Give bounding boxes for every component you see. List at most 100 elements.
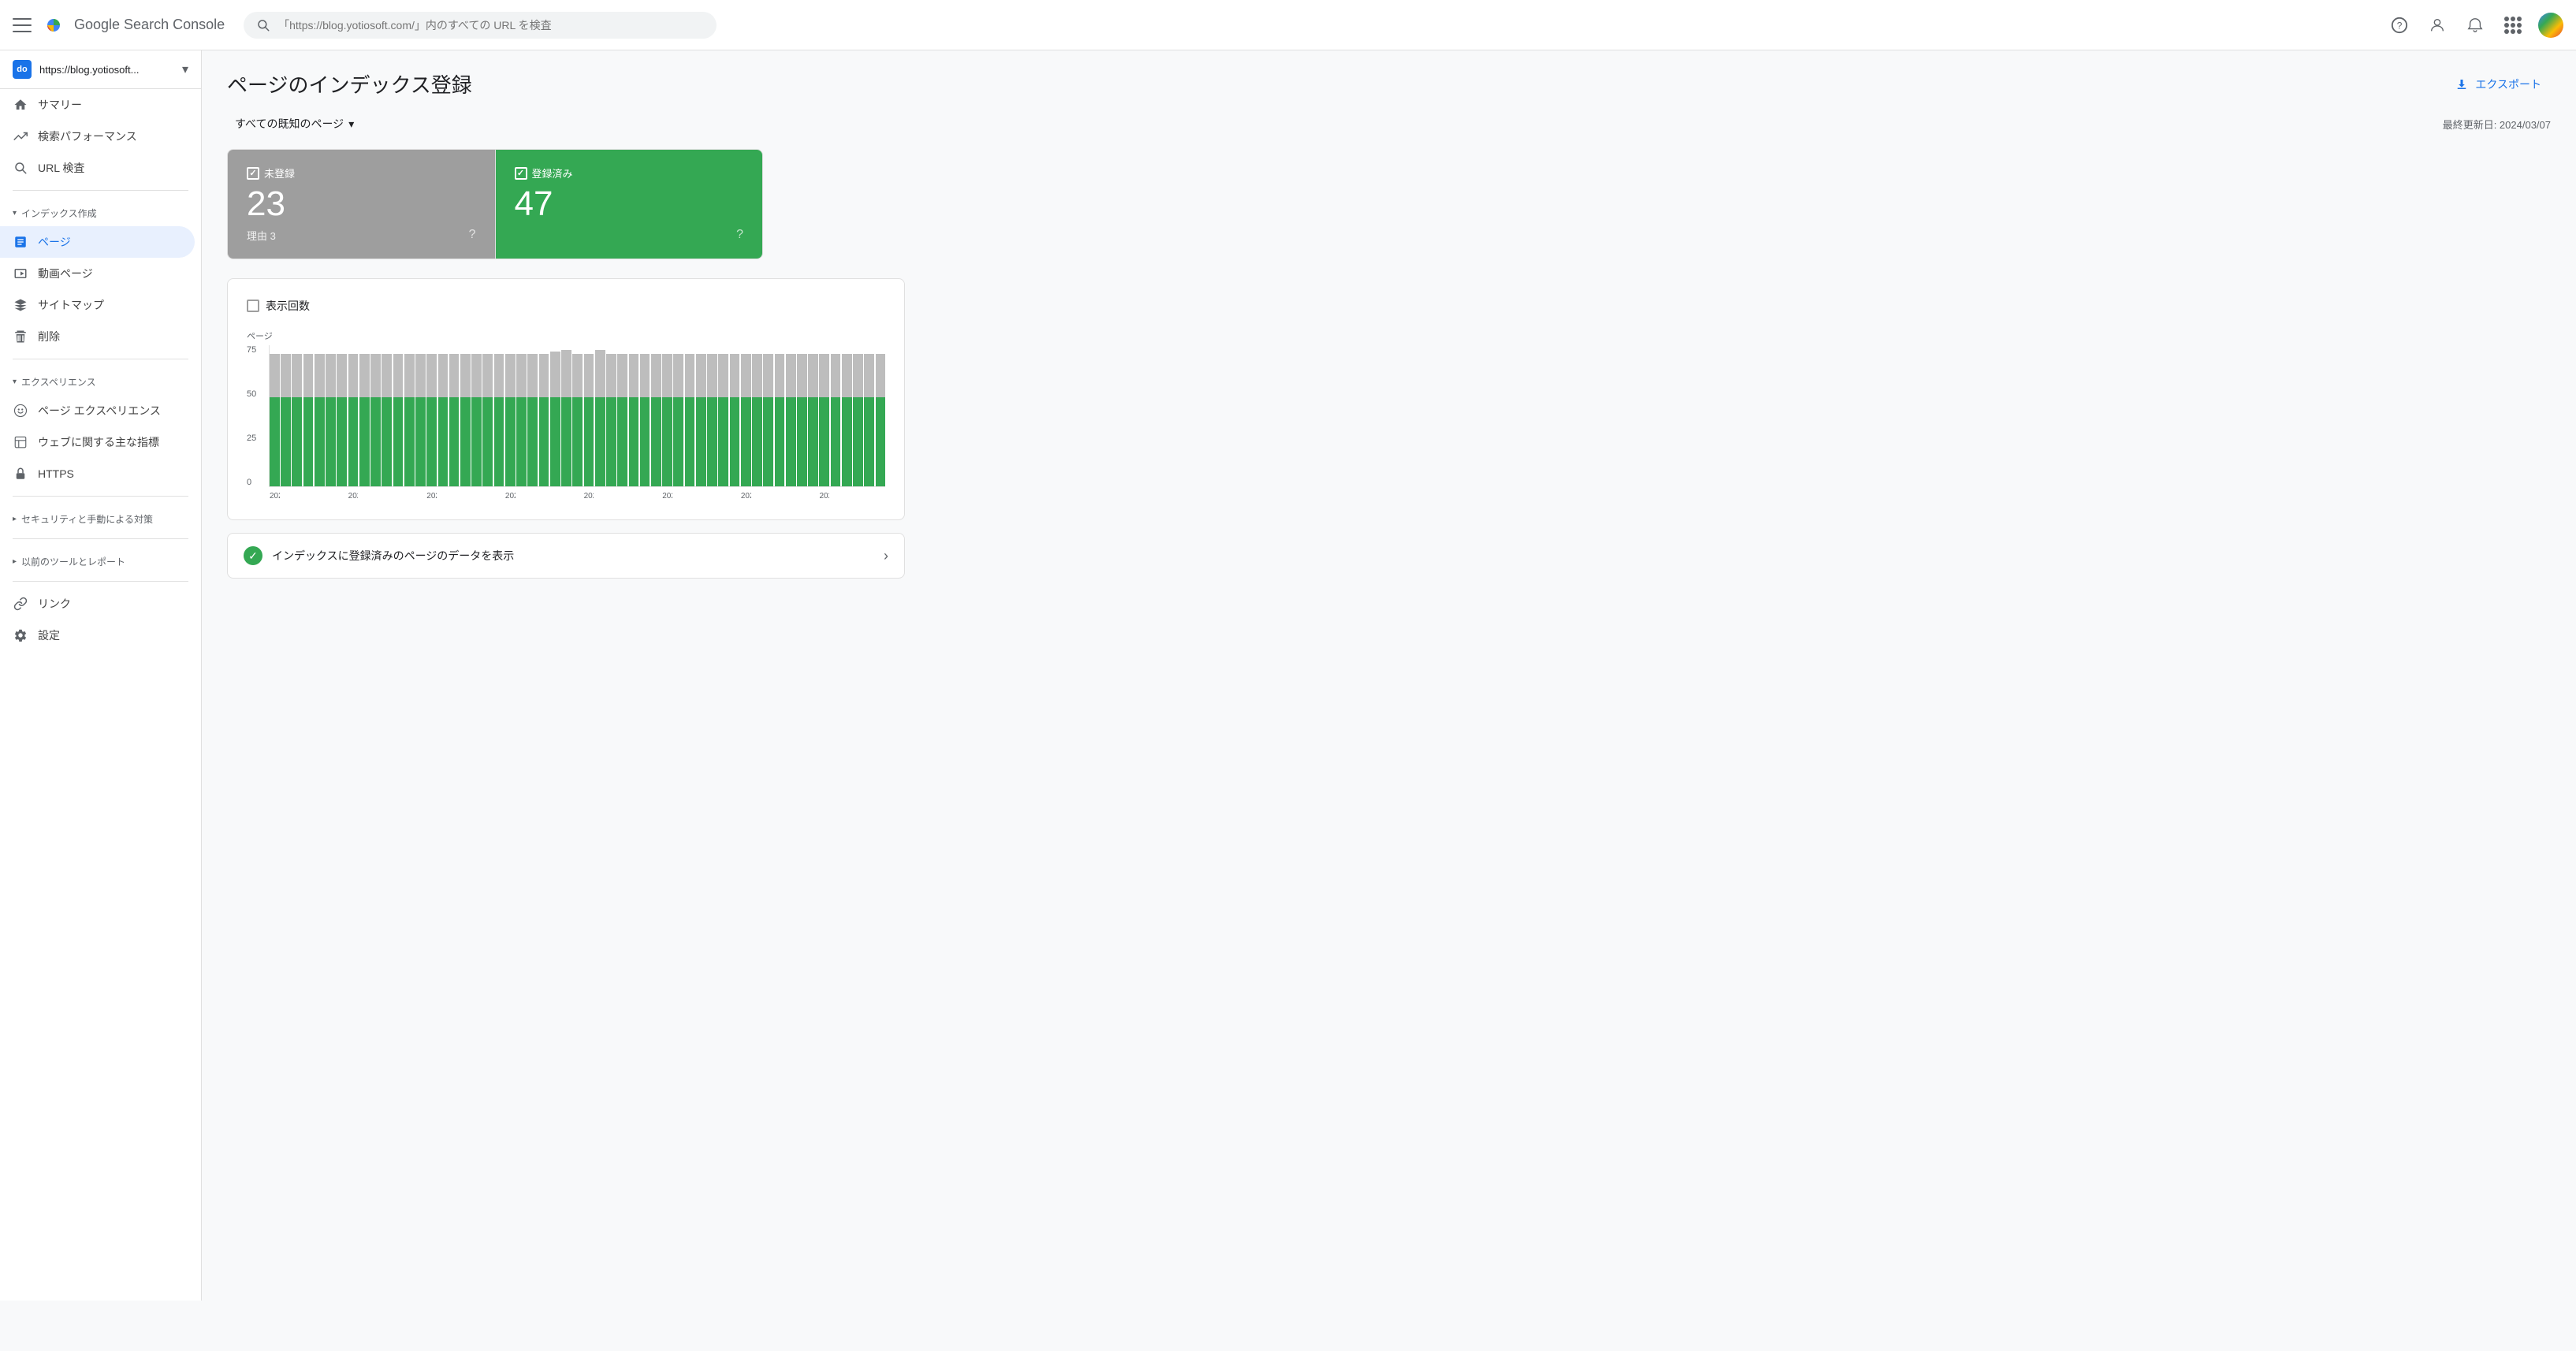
x-tick — [775, 492, 785, 501]
bar-group — [584, 344, 594, 486]
bar-gray — [527, 354, 538, 397]
download-icon — [2455, 77, 2469, 91]
topbar-right: ? — [2387, 13, 2563, 38]
bar-group — [752, 344, 762, 486]
search-input[interactable] — [278, 19, 704, 32]
bar-group — [326, 344, 336, 486]
bar-gray — [831, 354, 841, 397]
bar-green — [449, 397, 460, 486]
bar-group — [438, 344, 449, 486]
section-header-index[interactable]: ▾ インデックス作成 — [13, 203, 188, 223]
legend-checkbox[interactable] — [247, 300, 259, 312]
user-avatar[interactable] — [2538, 13, 2563, 38]
sidebar-item-sitemap[interactable]: サイトマップ — [0, 289, 195, 321]
search-bar[interactable] — [244, 12, 717, 39]
video-pages-label: 動画ページ — [38, 266, 93, 281]
help-registered-icon[interactable]: ? — [736, 228, 743, 242]
account-circle-icon[interactable] — [2425, 13, 2450, 38]
divider-5 — [13, 581, 188, 582]
google-apps-button[interactable] — [2500, 13, 2526, 38]
section-header-legacy[interactable]: ▸ 以前のツールとレポート — [13, 552, 188, 571]
x-tick — [730, 492, 740, 501]
bar-group — [864, 344, 874, 486]
stat-card-registered[interactable]: 登録済み 47 ? — [495, 149, 764, 259]
bar-gray — [505, 354, 516, 397]
notifications-icon[interactable] — [2462, 13, 2488, 38]
caret-icon-2: ▾ — [13, 378, 17, 386]
sidebar-item-page-experience[interactable]: ページ エクスペリエンス — [0, 395, 195, 426]
menu-icon[interactable] — [13, 16, 32, 35]
index-link-left: ✓ インデックスに登録済みのページのデータを表示 — [244, 546, 514, 565]
bar-green — [853, 397, 863, 486]
x-tick — [415, 492, 426, 501]
bar-green — [326, 397, 336, 486]
bar-gray — [539, 354, 549, 397]
export-button[interactable]: エクスポート — [2445, 70, 2551, 99]
stat-card-unregistered[interactable]: 未登録 23 理由 3 ? — [227, 149, 495, 259]
bar-green — [831, 397, 841, 486]
help-unregistered-icon[interactable]: ? — [469, 228, 476, 242]
x-tick — [842, 492, 852, 501]
help-icon[interactable]: ? — [2387, 13, 2412, 38]
x-tick — [494, 492, 504, 501]
bar-group — [696, 344, 706, 486]
sidebar-item-search-performance[interactable]: 検索パフォーマンス — [0, 121, 195, 152]
bar-group — [303, 344, 314, 486]
registered-checkbox[interactable] — [515, 167, 527, 180]
bar-group — [651, 344, 661, 486]
bar-group — [370, 344, 381, 486]
page-experience-label: ページ エクスペリエンス — [38, 403, 161, 419]
divider-4 — [13, 538, 188, 539]
section-header-experience[interactable]: ▾ エクスペリエンス — [13, 372, 188, 392]
caret-icon-4: ▸ — [13, 557, 17, 566]
sidebar-item-delete[interactable]: 削除 — [0, 321, 195, 352]
sidebar-item-https[interactable]: HTTPS — [0, 458, 195, 489]
unregistered-checkbox[interactable] — [247, 167, 259, 180]
main-content: ページのインデックス登録 エクスポート すべての既知のページ ▾ 最終更新日: … — [202, 50, 2576, 1301]
bell-icon — [2466, 17, 2484, 34]
summary-label: サマリー — [38, 97, 82, 113]
export-label: エクスポート — [2475, 76, 2541, 92]
x-tick: 2024/02/04 — [662, 492, 672, 501]
bar-group — [606, 344, 616, 486]
sidebar-item-url-inspect[interactable]: URL 検査 — [0, 152, 195, 184]
sidebar-item-video-pages[interactable]: 動画ページ — [0, 258, 195, 289]
settings-label: 設定 — [38, 627, 60, 643]
bar-gray — [561, 350, 571, 397]
sidebar-item-settings[interactable]: 設定 — [0, 620, 195, 651]
x-tick — [359, 492, 370, 501]
bar-gray — [449, 354, 460, 397]
bar-green — [359, 397, 370, 486]
bar-green — [730, 397, 740, 486]
sidebar-item-web-vitals[interactable]: ウェブに関する主な指標 — [0, 426, 195, 458]
bar-group — [348, 344, 359, 486]
x-tick — [797, 492, 807, 501]
x-tick: 2024/02/15 — [741, 492, 751, 501]
sidebar-item-links[interactable]: リンク — [0, 588, 195, 620]
bar-group — [404, 344, 415, 486]
bar-gray — [471, 354, 482, 397]
bar-gray — [404, 354, 415, 397]
bar-gray — [370, 354, 381, 397]
bar-green — [539, 397, 549, 486]
filter-dropdown[interactable]: すべての既知のページ ▾ — [227, 111, 362, 136]
property-selector[interactable]: do https://blog.yotiosoft... ▾ — [0, 50, 201, 89]
section-legacy: ▸ 以前のツールとレポート — [0, 545, 201, 575]
chevron-down-icon: ▾ — [182, 61, 188, 77]
bar-group — [741, 344, 751, 486]
bar-gray — [359, 354, 370, 397]
section-index-label: インデックス作成 — [21, 207, 97, 220]
chart-section: 表示回数 ページ 0 25 50 75 — [227, 278, 905, 520]
bar-green — [707, 397, 717, 486]
x-tick — [763, 492, 773, 501]
bar-green — [876, 397, 886, 486]
unregistered-sub: 理由 3 ? — [247, 228, 476, 243]
index-link-card[interactable]: ✓ インデックスに登録済みのページのデータを表示 › — [227, 533, 905, 579]
bar-green — [494, 397, 504, 486]
bar-green — [281, 397, 291, 486]
section-header-security[interactable]: ▸ セキュリティと手動による対策 — [13, 509, 188, 529]
chevron-right-icon: › — [884, 548, 888, 564]
bar-gray — [572, 354, 583, 397]
sidebar-item-pages[interactable]: ページ — [0, 226, 195, 258]
sidebar-item-summary[interactable]: サマリー — [0, 89, 195, 121]
